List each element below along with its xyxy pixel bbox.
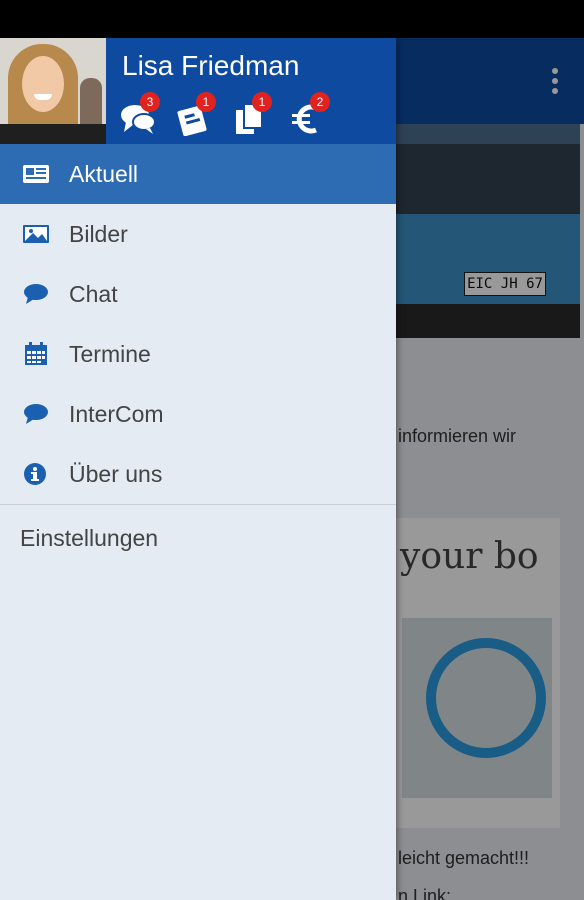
- menu-item-einstellungen[interactable]: Einstellungen: [0, 505, 396, 573]
- drawer-header: Lisa Friedman 3 1 1 2: [0, 38, 396, 144]
- notification-badge: 1: [252, 92, 272, 112]
- user-name: Lisa Friedman: [122, 50, 300, 81]
- notification-badge: 3: [140, 92, 160, 112]
- euro-icon[interactable]: 2: [290, 92, 330, 136]
- navigation-drawer: Lisa Friedman 3 1 1 2 Aktuell Bilder Cha…: [0, 38, 396, 900]
- menu-item-intercom[interactable]: InterCom: [0, 384, 396, 444]
- drawer-menu: Aktuell Bilder Chat Termine InterCom Übe…: [0, 144, 396, 573]
- calendar-icon: [22, 342, 48, 366]
- menu-item-label: Über uns: [69, 461, 163, 487]
- coupon-icon[interactable]: 1: [176, 92, 216, 136]
- notification-badge: 2: [310, 92, 330, 112]
- menu-item-bilder[interactable]: Bilder: [0, 204, 396, 264]
- image-icon: [22, 222, 49, 246]
- menu-item-label: Bilder: [69, 221, 128, 247]
- documents-icon[interactable]: 1: [232, 92, 272, 136]
- menu-item-chat[interactable]: Chat: [0, 264, 396, 324]
- avatar[interactable]: [0, 38, 106, 144]
- menu-item-label: Aktuell: [69, 161, 139, 187]
- chat-icon: [22, 402, 48, 426]
- chat-bubbles-icon[interactable]: 3: [120, 92, 160, 136]
- menu-item-ueber-uns[interactable]: Über uns: [0, 444, 396, 504]
- chat-icon: [22, 282, 48, 306]
- menu-item-label: InterCom: [69, 401, 164, 427]
- menu-item-aktuell[interactable]: Aktuell: [0, 144, 396, 204]
- menu-item-label: Chat: [69, 281, 118, 307]
- newspaper-icon: [22, 162, 49, 186]
- status-bar: [0, 0, 584, 38]
- settings-label: Einstellungen: [20, 525, 159, 551]
- menu-item-label: Termine: [69, 341, 151, 367]
- notification-badge: 1: [196, 92, 216, 112]
- info-icon: [22, 462, 48, 486]
- menu-item-termine[interactable]: Termine: [0, 324, 396, 384]
